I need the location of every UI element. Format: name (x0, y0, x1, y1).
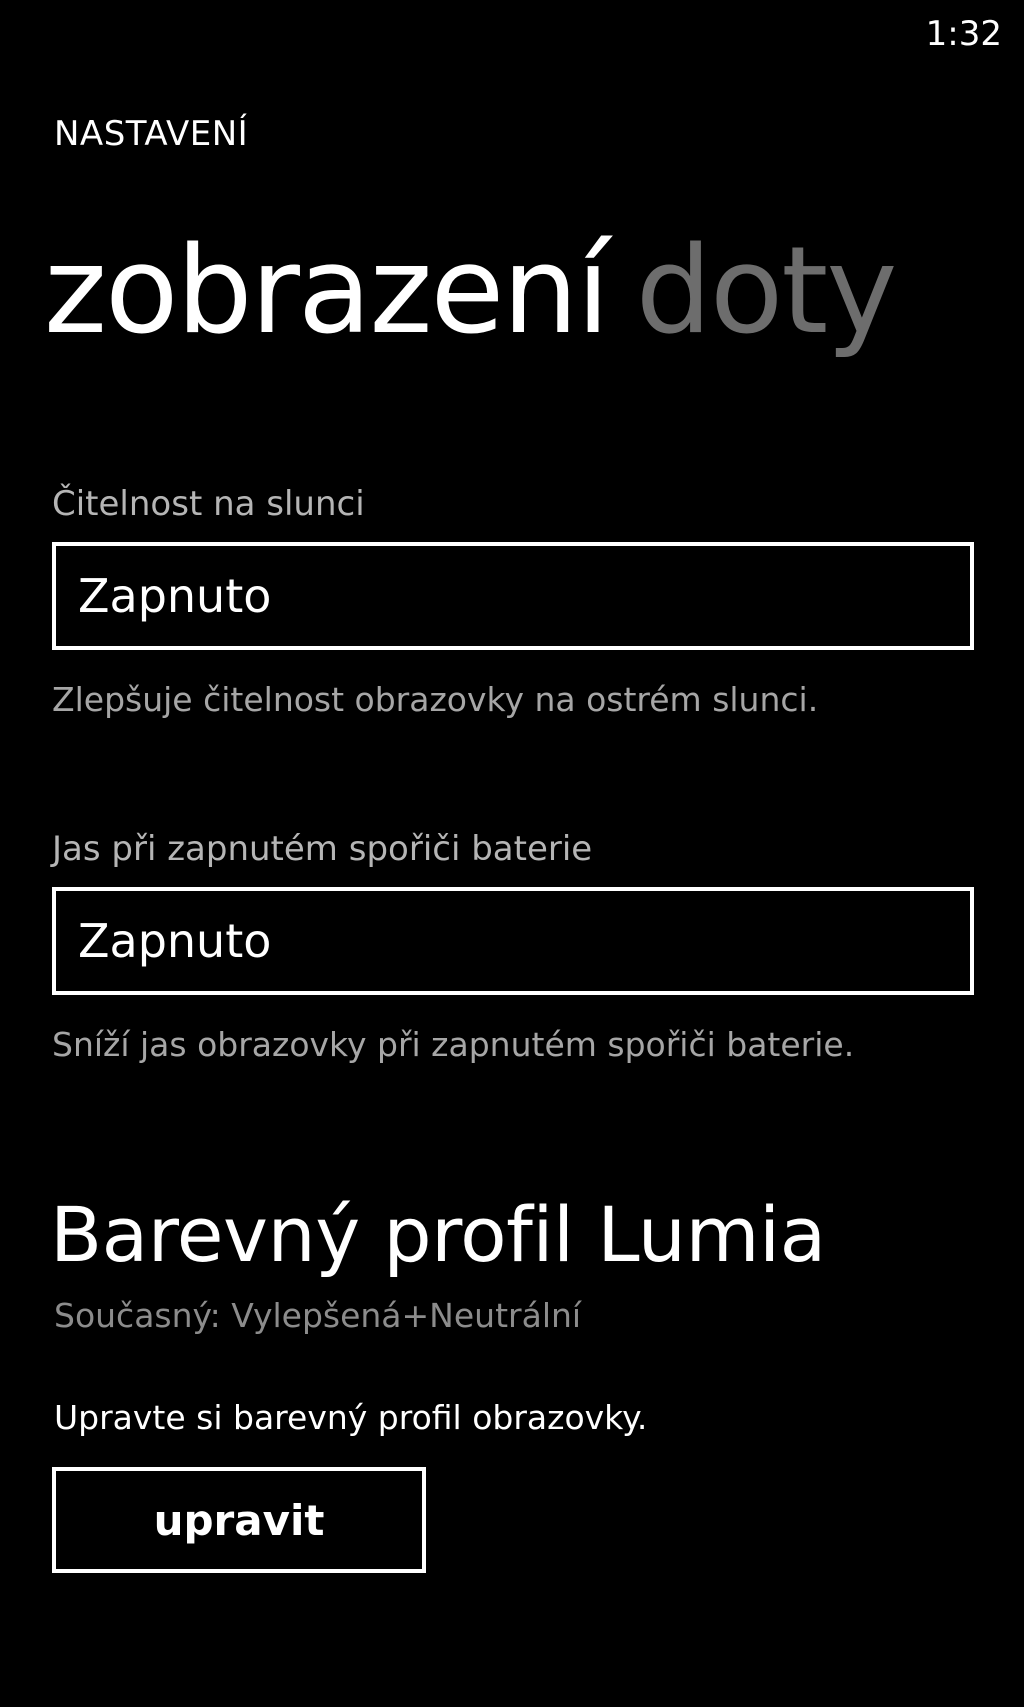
color-profile-description: Upravte si barevný profil obrazovky. (54, 1398, 648, 1437)
pivot-item-display[interactable]: zobrazení (44, 222, 610, 361)
edit-color-profile-button[interactable]: upravit (52, 1467, 426, 1573)
battery-saver-brightness-description: Sníží jas obrazovky při zapnutém spořiči… (52, 1025, 855, 1064)
app-title: NASTAVENÍ (54, 114, 249, 154)
sunlight-readability-description: Zlepšuje čitelnost obrazovky na ostrém s… (52, 680, 819, 719)
pivot-item-touch[interactable]: doty (636, 222, 898, 361)
battery-saver-brightness-label: Jas při zapnutém spořiči baterie (52, 829, 593, 869)
sunlight-readability-label: Čitelnost na slunci (52, 484, 365, 524)
status-time: 1:32 (925, 14, 1002, 54)
battery-saver-brightness-value: Zapnuto (78, 914, 272, 968)
pivot-header: zobrazení doty (44, 232, 897, 352)
battery-saver-brightness-section: Jas při zapnutém spořiči baterie Zapnuto… (52, 829, 976, 1064)
battery-saver-brightness-picker[interactable]: Zapnuto (52, 887, 974, 995)
color-profile-current: Současný: Vylepšená+Neutrální (54, 1296, 582, 1335)
sunlight-readability-value: Zapnuto (78, 569, 272, 623)
sunlight-readability-section: Čitelnost na slunci Zapnuto Zlepšuje čit… (52, 484, 976, 719)
sunlight-readability-picker[interactable]: Zapnuto (52, 542, 974, 650)
color-profile-heading: Barevný profil Lumia (50, 1190, 826, 1279)
